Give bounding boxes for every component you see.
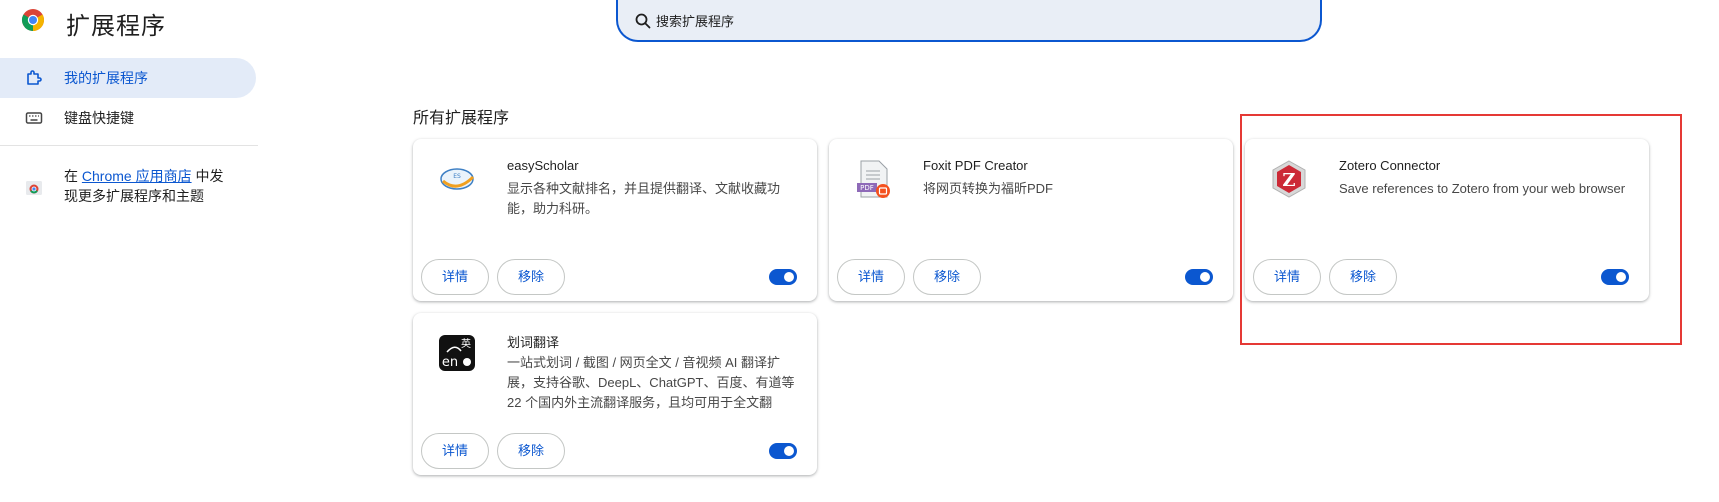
search-icon (635, 13, 651, 29)
search-bar[interactable] (616, 0, 1322, 42)
zotero-icon: Z (1272, 160, 1306, 198)
svg-text:ES: ES (453, 173, 461, 180)
svg-text:en: en (442, 355, 458, 370)
extensions-page: 扩展程序 我的扩展程序 键盘快捷键 在 Chrome 应用商店 中发现更多扩展程… (0, 0, 1719, 502)
pdf-file-icon: PDF (857, 160, 890, 198)
store-note-prefix: 在 (64, 168, 82, 184)
extension-description: 一站式划词 / 截图 / 网页全文 / 音视频 AI 翻译扩展，支持谷歌、Dee… (507, 355, 795, 410)
puzzle-icon (27, 70, 42, 85)
extension-card-easyscholar: ES easyScholar 显示各种文献排名，并且提供翻译、文献收藏功能，助力… (413, 139, 817, 301)
extension-card-foxit-pdf-creator: PDF Foxit PDF Creator 将网页转换为福昕PDF 详情 移除 (829, 139, 1233, 301)
extension-card-hcfy-translate: 英 en 划词翻译 一站式划词 / 截图 / 网页全文 / 音视频 AI 翻译扩… (413, 313, 817, 475)
extension-name: Zotero Connector (1339, 158, 1441, 173)
extension-card-zotero-connector: Z Zotero Connector Save references to Zo… (1245, 139, 1649, 301)
remove-button[interactable]: 移除 (1329, 259, 1397, 295)
enable-toggle[interactable] (769, 269, 797, 285)
keyboard-icon (25, 112, 43, 124)
extension-description: Save references to Zotero from your web … (1339, 181, 1626, 196)
web-store-note: 在 Chrome 应用商店 中发现更多扩展程序和主题 (25, 166, 235, 206)
sidebar-item-label: 键盘快捷键 (64, 110, 134, 126)
section-title: 所有扩展程序 (413, 110, 510, 127)
svg-text:Z: Z (1282, 170, 1295, 191)
svg-text:PDF: PDF (860, 184, 874, 192)
chrome-logo-icon (22, 9, 44, 31)
details-button[interactable]: 详情 (1253, 259, 1321, 295)
remove-button[interactable]: 移除 (913, 259, 981, 295)
extension-name: Foxit PDF Creator (923, 158, 1028, 173)
sidebar-item-label: 我的扩展程序 (64, 70, 148, 86)
extension-name: 划词翻译 (507, 335, 560, 350)
sidebar-divider (0, 145, 258, 146)
sidebar-item-my-extensions[interactable]: 我的扩展程序 (0, 58, 256, 98)
extension-description: 显示各种文献排名，并且提供翻译、文献收藏功能，助力科研。 (507, 181, 781, 216)
enable-toggle[interactable] (1185, 269, 1213, 285)
remove-button[interactable]: 移除 (497, 259, 565, 295)
remove-button[interactable]: 移除 (497, 433, 565, 469)
enable-toggle[interactable] (769, 443, 797, 459)
chrome-web-store-link[interactable]: Chrome 应用商店 (82, 168, 192, 184)
sidebar-item-keyboard-shortcuts[interactable]: 键盘快捷键 (0, 98, 256, 138)
translate-en-icon: 英 en (439, 335, 475, 371)
enable-toggle[interactable] (1601, 269, 1629, 285)
chrome-web-store-icon (26, 181, 42, 195)
details-button[interactable]: 详情 (421, 433, 489, 469)
svg-text:英: 英 (461, 337, 471, 350)
details-button[interactable]: 详情 (421, 259, 489, 295)
easyscholar-icon: ES (440, 168, 475, 190)
page-title: 扩展程序 (66, 13, 166, 40)
details-button[interactable]: 详情 (837, 259, 905, 295)
extension-name: easyScholar (507, 158, 579, 173)
extension-description: 将网页转换为福昕PDF (923, 181, 1054, 196)
search-input[interactable] (656, 8, 1296, 34)
